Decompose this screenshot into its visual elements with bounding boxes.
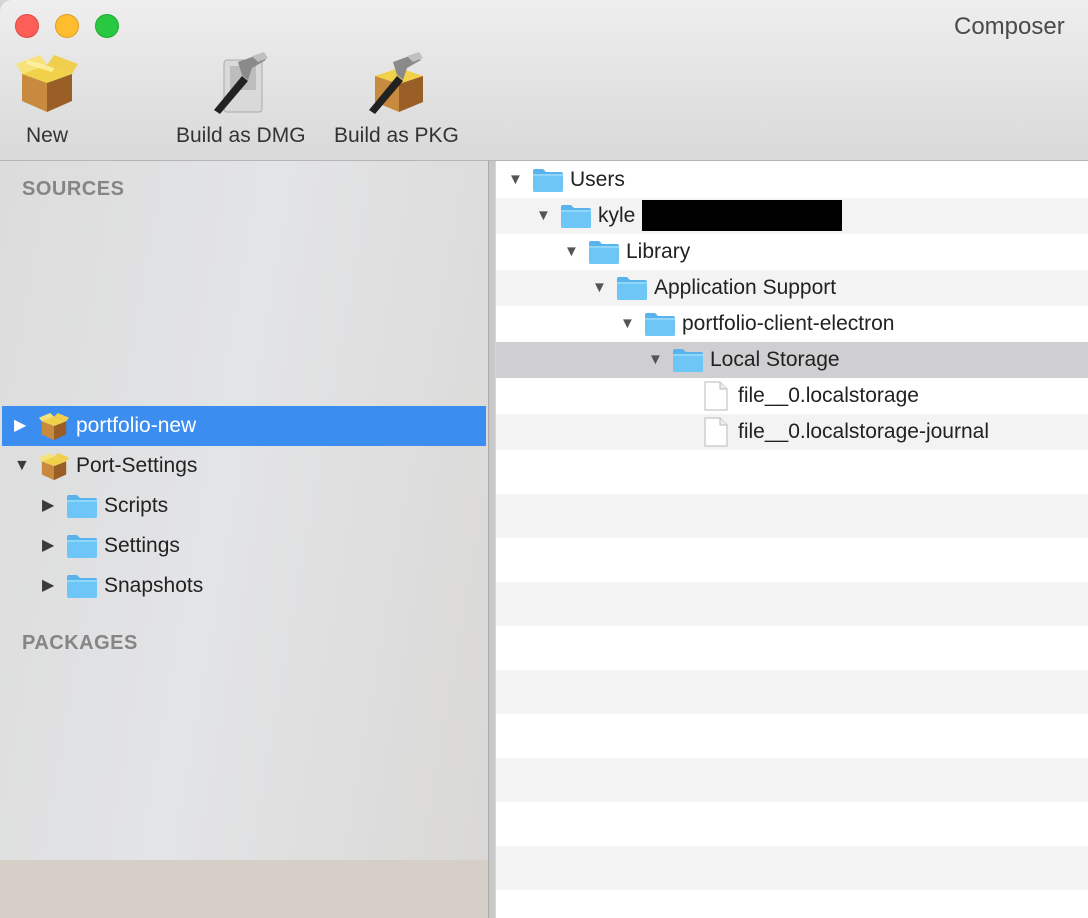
empty-row-stripe [496,670,1088,714]
sidebar: SOURCES ▶ portfolio-new ▼ Port-Settings … [0,161,488,918]
packages-header: PACKAGES [22,632,138,654]
tree-row-label: Users [570,168,625,191]
tree-row-selected[interactable]: ▼ Local Storage [496,342,1088,378]
tree-row-label: kyle [598,204,636,227]
disclosure-down-icon[interactable]: ▼ [592,270,607,306]
file-icon [704,381,728,411]
hammer-disk-icon [208,50,274,116]
tree-row[interactable]: ▼ kyle [496,198,1088,234]
disclosure-right-icon[interactable]: ▶ [42,566,54,606]
source-item-label: Settings [104,534,180,557]
redaction-box [642,200,842,231]
disclosure-down-icon[interactable]: ▼ [536,198,551,234]
empty-row-stripe [496,582,1088,626]
disclosure-right-icon[interactable]: ▶ [14,406,26,446]
build-as-pkg-button[interactable]: Build as PKG [334,50,459,148]
folder-icon [588,239,620,265]
source-item-portfolio-new[interactable]: ▶ portfolio-new [2,406,486,446]
source-item-snapshots[interactable]: ▶ Snapshots [2,566,486,606]
window-title: Composer [954,13,1065,40]
minimize-window-button[interactable] [55,14,79,38]
folder-icon [66,492,98,520]
tree-row[interactable]: file__0.localstorage [496,378,1088,414]
source-item-port-settings[interactable]: ▼ Port-Settings [2,446,486,486]
build-as-dmg-label: Build as DMG [176,124,306,147]
package-box-icon [38,452,70,482]
empty-row-stripe [496,494,1088,538]
hammer-box-icon [363,50,429,116]
disclosure-down-icon[interactable]: ▼ [14,446,30,486]
tree-row[interactable]: ▼ Application Support [496,270,1088,306]
folder-icon [532,167,564,193]
tree-row-label: Local Storage [710,348,840,371]
tree-row[interactable]: ▼ portfolio-client-electron [496,306,1088,342]
new-label: New [25,124,68,147]
tree-row-label: Library [626,240,691,263]
disclosure-right-icon[interactable]: ▶ [42,526,54,566]
sources-header: SOURCES [22,178,125,200]
zoom-window-button[interactable] [95,14,119,38]
package-box-icon [38,412,70,442]
empty-row-stripe [496,758,1088,802]
close-window-button[interactable] [15,14,39,38]
disclosure-down-icon[interactable]: ▼ [564,234,579,270]
folder-icon [644,311,676,337]
tree-row[interactable]: ▼ Users [496,162,1088,198]
tree-row-label: file__0.localstorage [738,384,919,407]
folder-icon [616,275,648,301]
folder-icon [560,203,592,229]
split-view-divider[interactable] [488,161,495,918]
tree-row-label: portfolio-client-electron [682,312,895,335]
source-item-label: Port-Settings [76,454,198,477]
source-item-settings[interactable]: ▶ Settings [2,526,486,566]
folder-icon [672,347,704,373]
tree-row-label: Application Support [654,276,837,299]
new-button[interactable]: New [14,50,80,148]
file-tree: ▼ Users ▼ kyle ▼ Library ▼ Application S… [496,161,1088,918]
file-icon [704,417,728,447]
tree-row[interactable]: file__0.localstorage-journal [496,414,1088,450]
tree-row-label: file__0.localstorage-journal [738,420,989,443]
folder-icon [66,532,98,560]
source-item-scripts[interactable]: ▶ Scripts [2,486,486,526]
window-titlebar: Composer New Build as DMG Build as PKG [0,0,1088,161]
source-item-label: portfolio-new [76,414,197,437]
source-item-label: Snapshots [104,574,204,597]
build-as-dmg-button[interactable]: Build as DMG [176,50,306,148]
tree-row[interactable]: ▼ Library [496,234,1088,270]
sidebar-footer [0,860,488,918]
build-as-pkg-label: Build as PKG [334,124,459,147]
empty-row-stripe [496,846,1088,890]
package-box-icon [14,50,80,116]
disclosure-down-icon[interactable]: ▼ [648,342,663,378]
disclosure-down-icon[interactable]: ▼ [620,306,635,342]
disclosure-down-icon[interactable]: ▼ [508,162,523,198]
disclosure-right-icon[interactable]: ▶ [42,486,54,526]
folder-icon [66,572,98,600]
source-item-label: Scripts [104,494,169,517]
